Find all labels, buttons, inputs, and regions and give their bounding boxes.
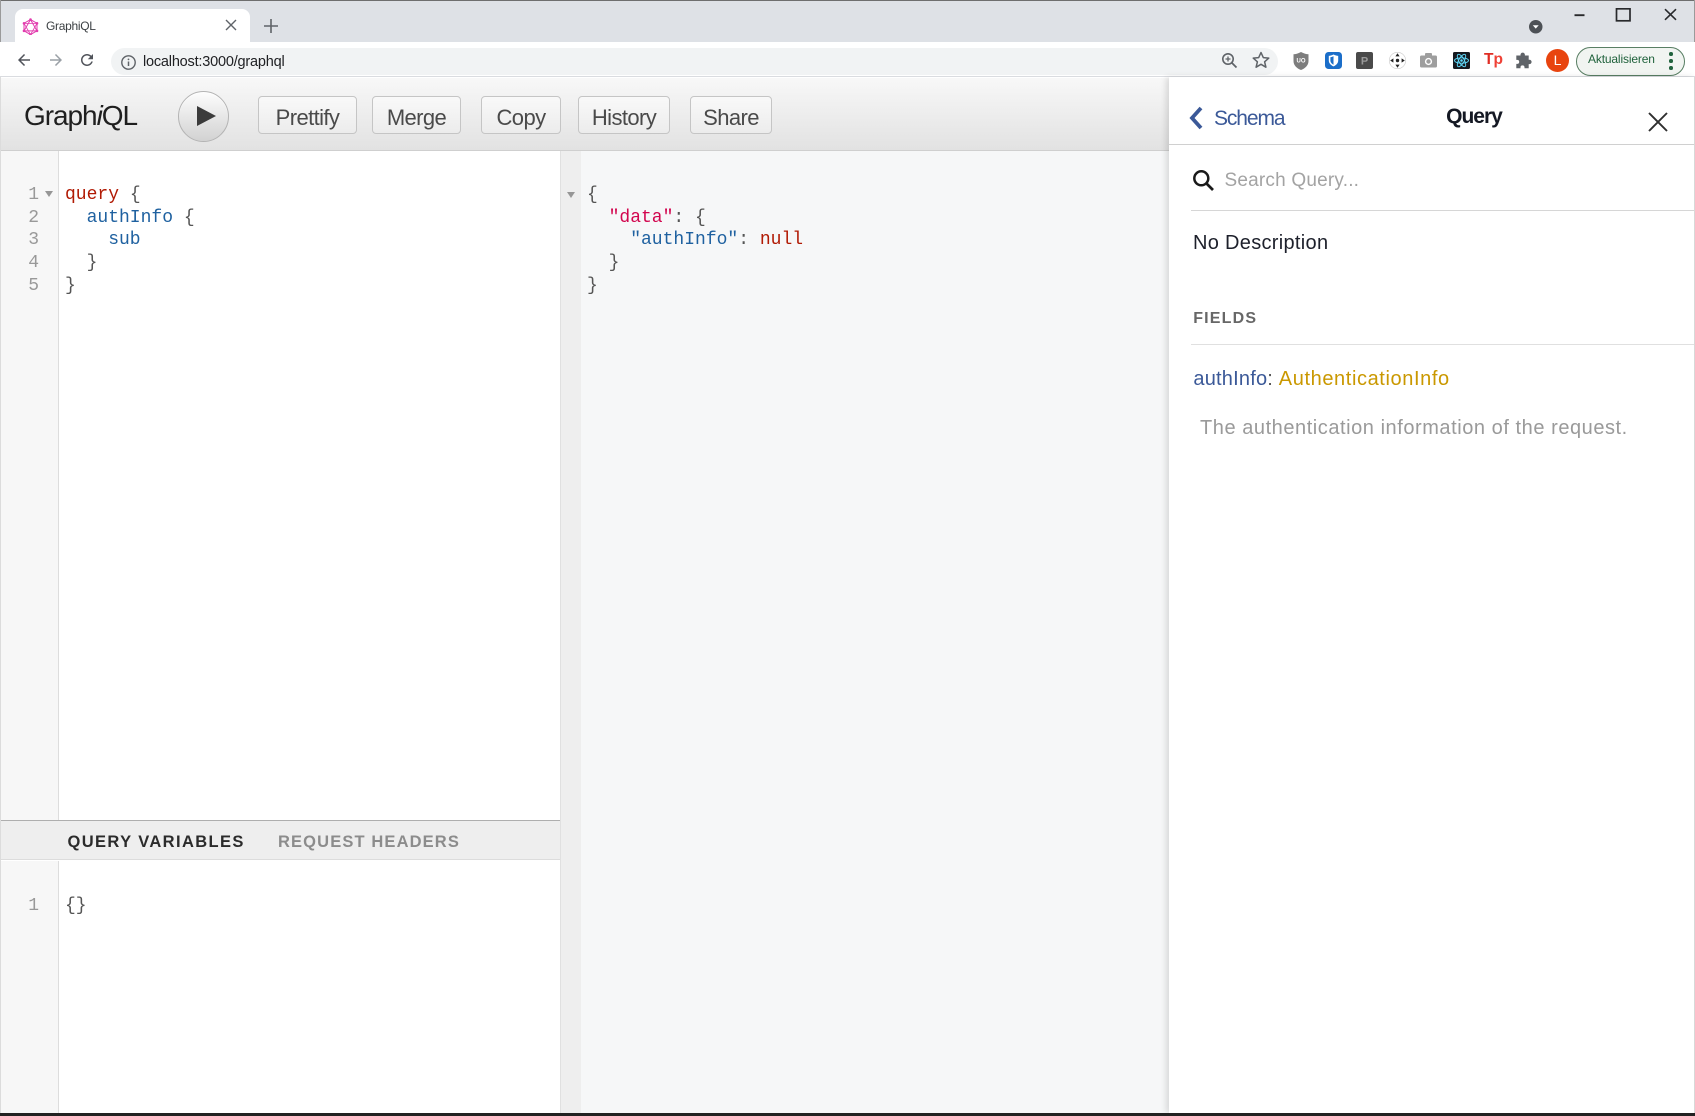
svg-text:P: P <box>1361 56 1368 68</box>
svg-text:UO: UO <box>1297 59 1306 65</box>
